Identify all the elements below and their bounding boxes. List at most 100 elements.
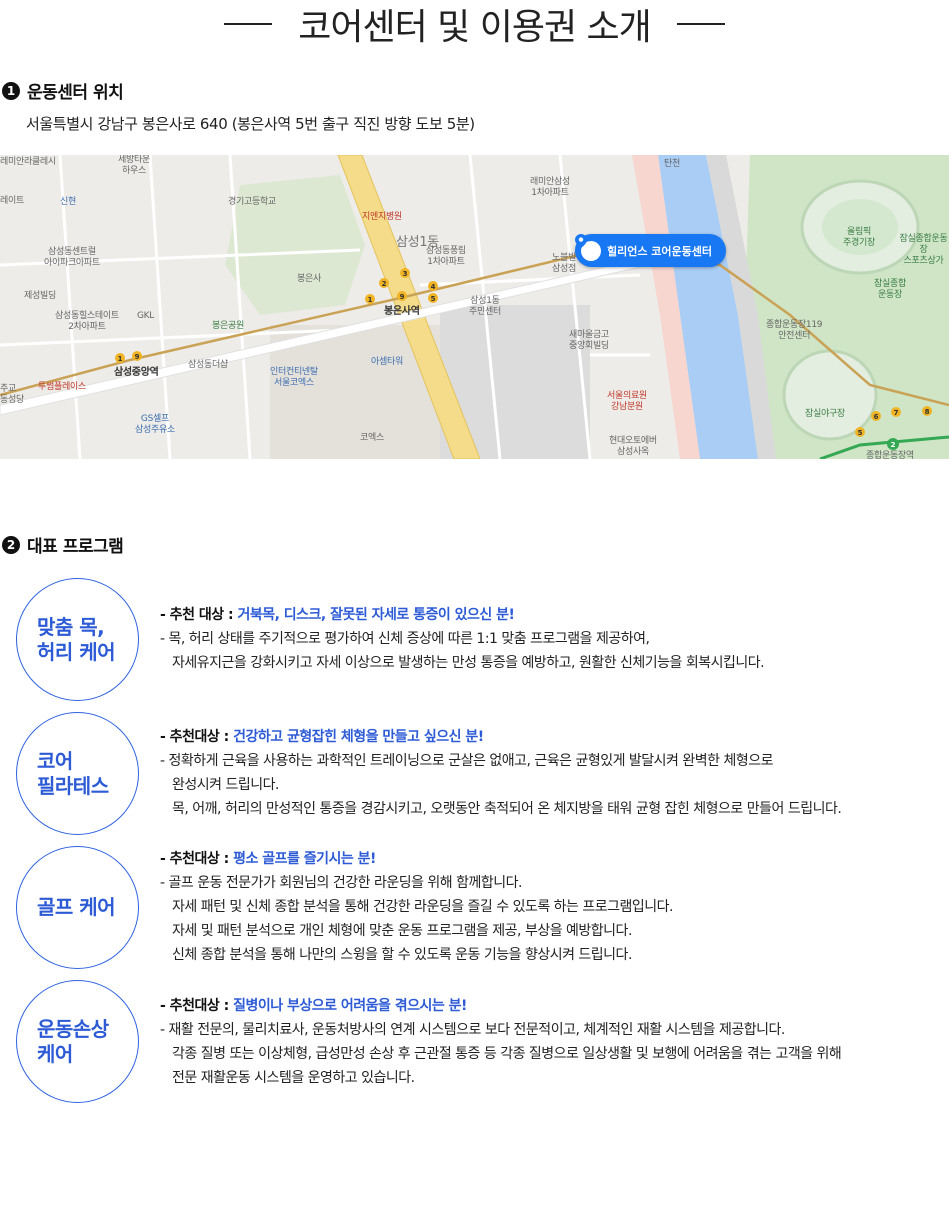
desc-line: - 골프 운동 전문가가 회원님의 건강한 라운딩을 위해 함께합니다. [160, 875, 522, 891]
map-label: 봉은사역 [384, 306, 420, 317]
map-label: 세방타운 하우스 [118, 155, 150, 176]
map-label: 신현 [60, 197, 76, 207]
target-label: - 추천 대상 : [160, 607, 238, 623]
program-name-circle: 코어 필라테스 [16, 712, 139, 835]
svg-text:1: 1 [118, 355, 123, 363]
program-golf-care: 골프 케어 - 추천대상 : 평소 골프를 즐기시는 분! - 골프 운동 전문… [16, 846, 936, 970]
program-injury-care: 운동손상 케어 - 추천대상 : 질병이나 부상으로 어려움을 겪으시는 분! … [16, 980, 936, 1104]
map-label: GS셀프 삼성주유소 [135, 414, 175, 435]
map-label: 주교 동성당 [0, 384, 24, 405]
desc-line: 자세 및 패턴 분석으로 개인 체형에 맞춘 운동 프로그램을 제공, 부상을 … [172, 923, 632, 939]
map-label: 레미안라클레시 [0, 157, 56, 167]
section-title: 대표 프로그램 [27, 537, 124, 557]
section-number-badge: 1 [2, 81, 20, 100]
desc-line: 완성시켜 드립니다. [172, 777, 279, 793]
page-title: 코어센터 및 이용권 소개 [0, 4, 949, 48]
bongeunsa-park [225, 175, 365, 315]
program-description: - 추천대상 : 질병이나 부상으로 어려움을 겪으시는 분! - 재활 전문의… [160, 994, 842, 1090]
map-label: 삼성1동 주민센터 [469, 296, 501, 317]
map-label: GKL [137, 311, 154, 321]
target-text: 건강하고 균형잡힌 체형을 만들고 싶으신 분! [233, 729, 484, 745]
svg-text:2: 2 [382, 280, 387, 288]
svg-text:6: 6 [874, 413, 879, 421]
program-description: - 추천대상 : 평소 골프를 즐기시는 분! - 골프 운동 전문가가 회원님… [160, 847, 673, 967]
svg-text:4: 4 [431, 283, 436, 291]
svg-text:3: 3 [403, 270, 408, 278]
program-name: 골프 케어 [37, 895, 116, 919]
svg-text:1: 1 [368, 296, 373, 304]
map-label: 잠실종합운동장 스포츠상가 [899, 234, 948, 266]
map-label: 현대오토에버 삼성사옥 [609, 436, 657, 457]
desc-line: 각종 질병 또는 이상체형, 급성만성 손상 후 근관절 통증 등 각종 질병으… [172, 1046, 842, 1062]
map-label: 코엑스 [360, 433, 384, 443]
address-text: 서울특별시 강남구 봉은사로 640 (봉은사역 5번 출구 직진 방향 도보 … [26, 115, 475, 133]
map-label: 새마을금고 중앙회빌딩 [569, 330, 609, 351]
program-name-circle: 골프 케어 [16, 846, 139, 969]
map-label: 지엔지병원 [362, 212, 402, 222]
map-label: 노블빌 삼성점 [552, 253, 576, 274]
title-rule-right [676, 23, 725, 25]
desc-line: 신체 종합 분석을 통해 나만의 스윙을 할 수 있도록 운동 기능을 향상시켜… [172, 947, 632, 963]
svg-text:9: 9 [135, 353, 140, 361]
map-label: 경기고등학교 [228, 197, 276, 207]
target-label: - 추천대상 : [160, 851, 234, 867]
map-label: 삼성동힐스테이트 2차아파트 [55, 311, 119, 332]
title-rule-left [224, 23, 273, 25]
target-text: 질병이나 부상으로 어려움을 겪으시는 분! [233, 998, 467, 1014]
svg-text:9: 9 [400, 293, 405, 301]
program-name: 코어 필라테스 [37, 748, 109, 798]
program-description: - 추천대상 : 건강하고 균형잡힌 체형을 만들고 싶으신 분! - 정확하게… [160, 725, 842, 821]
program-name: 맞춤 목, 허리 케어 [37, 614, 116, 664]
target-label: - 추천대상 : [160, 998, 234, 1014]
map-label: 종합운동장119 안전센터 [766, 320, 823, 341]
desc-line: 자세 패턴 및 신체 종합 분석을 통해 건강한 라운딩을 즐길 수 있도록 하… [172, 899, 673, 915]
map-label: 서울의료원 강남분원 [607, 391, 647, 412]
map-label: 봉은공원 [212, 321, 244, 331]
desc-line: 자세유지근을 강화시키고 자세 이상으로 발생하는 만성 통증을 예방하고, 원… [172, 655, 765, 671]
map-pin-icon [575, 234, 601, 261]
target-text: 평소 골프를 즐기시는 분! [233, 851, 376, 867]
svg-text:7: 7 [894, 409, 899, 417]
section-title: 운동센터 위치 [27, 83, 124, 103]
section-programs-heading: 2 대표 프로그램 [2, 532, 124, 557]
section-number-badge: 2 [2, 535, 20, 554]
svg-text:2: 2 [891, 441, 896, 449]
svg-text:8: 8 [925, 408, 930, 416]
map-label: 종합운동장역 [866, 451, 914, 459]
program-name-circle: 맞춤 목, 허리 케어 [16, 578, 139, 701]
program-name: 운동손상 케어 [37, 1016, 109, 1066]
page-title-text: 코어센터 및 이용권 소개 [298, 7, 652, 48]
map-label: 아셈타워 [371, 357, 403, 367]
map-label: 탄천 [664, 159, 680, 169]
desc-line: 목, 어깨, 허리의 만성적인 통증을 경감시키고, 오랫동안 축적되어 온 체… [172, 801, 842, 817]
desc-line: - 재활 전문의, 물리치료사, 운동처방사의 연계 시스템으로 보다 전문적이… [160, 1022, 785, 1038]
map-label: 잠실종합 운동장 [874, 279, 906, 300]
target-text: 거북목, 디스크, 잘못된 자세로 통증이 있으신 분! [237, 607, 515, 623]
map-label: 봉은사 [297, 274, 321, 284]
program-name-circle: 운동손상 케어 [16, 980, 139, 1103]
map-label: 잠실야구장 [805, 409, 845, 419]
map-label: 래미안삼성 1차아파트 [530, 177, 570, 198]
svg-text:5: 5 [858, 429, 863, 437]
desc-line: 전문 재활운동 시스템을 운영하고 있습니다. [172, 1070, 415, 1086]
location-map[interactable]: 1 9 1 9 2 3 4 5 2 6 7 8 5 레미안라클레시 세방타운 하… [0, 155, 949, 459]
map-label: 삼성동더샵 [188, 360, 228, 370]
pin-label: 힐리언스 코어운동센터 [607, 244, 713, 258]
program-neck-back-care: 맞춤 목, 허리 케어 - 추천 대상 : 거북목, 디스크, 잘못된 자세로 … [16, 578, 936, 702]
program-core-pilates: 코어 필라테스 - 추천대상 : 건강하고 균형잡힌 체형을 만들고 싶으신 분… [16, 712, 936, 836]
section-location-heading: 1 운동센터 위치 [2, 78, 124, 103]
target-label: - 추천대상 : [160, 729, 234, 745]
program-description: - 추천 대상 : 거북목, 디스크, 잘못된 자세로 통증이 있으신 분! -… [160, 603, 765, 675]
map-label: 삼성동풍림 1차아파트 [426, 246, 466, 267]
map-label: 레이트 [0, 196, 24, 206]
map-label: 삼성동센트럴 아이파크아파트 [44, 247, 100, 268]
map-label: 삼성중앙역 [114, 367, 159, 378]
map-label: 제성빌딩 [24, 291, 56, 301]
map-label: 올림픽 주경기장 [843, 227, 875, 248]
map-label: 인터컨티넨탈 서울코엑스 [270, 367, 318, 388]
desc-line: - 정확하게 근육을 사용하는 과학적인 트레이닝으로 군살은 없애고, 근육은… [160, 753, 774, 769]
map-label: 투썸플레이스 [38, 382, 86, 392]
desc-line: - 목, 허리 상태를 주기적으로 평가하여 신체 증상에 따른 1:1 맞춤 … [160, 631, 650, 647]
center-location-pin[interactable]: 힐리언스 코어운동센터 [575, 234, 727, 267]
svg-text:5: 5 [431, 295, 436, 303]
